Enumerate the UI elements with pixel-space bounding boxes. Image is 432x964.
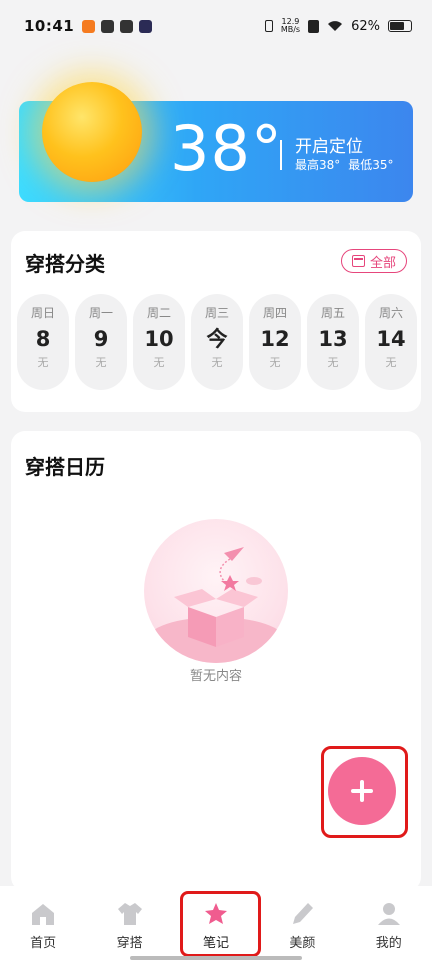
nav-item-beauty[interactable]: 美颜 xyxy=(272,900,332,964)
day-week: 周一 xyxy=(88,306,113,320)
day-week: 周三 xyxy=(204,306,229,320)
all-button-label: 全部 xyxy=(369,255,396,271)
day-status: 无 xyxy=(95,356,107,369)
status-bar: 10:41 12.9 MB/s 62% xyxy=(0,0,432,52)
week-days: 周日 8 无 周一 9 无 周二 10 无 周三 今 无 周四 12 无 周五 … xyxy=(17,294,417,390)
net-speed: 12.9 MB/s xyxy=(281,18,300,34)
day-number: 9 xyxy=(93,327,109,351)
nav-label: 首页 xyxy=(30,936,57,951)
nav-item-mine[interactable]: 我的 xyxy=(359,900,419,964)
weather-divider xyxy=(280,140,282,170)
nav-item-outfit[interactable]: 穿搭 xyxy=(100,900,160,964)
battery-percent: 62% xyxy=(351,18,380,34)
temperature-range: 最高38° 最低35° xyxy=(295,156,394,173)
mail-icon xyxy=(120,19,134,33)
day-number: 今 xyxy=(206,327,228,351)
day-status: 无 xyxy=(37,356,49,369)
day-status: 无 xyxy=(153,356,165,369)
day-week: 周四 xyxy=(262,306,287,320)
add-button[interactable] xyxy=(328,757,396,825)
play-icon xyxy=(139,19,153,33)
calendar-icon xyxy=(351,255,365,267)
day-item[interactable]: 周四 12 无 xyxy=(249,294,301,390)
day-status: 无 xyxy=(327,356,339,369)
day-item-today[interactable]: 周三 今 无 xyxy=(191,294,243,390)
day-item[interactable]: 周六 14 无 xyxy=(365,294,417,390)
nav-item-home[interactable]: 首页 xyxy=(13,900,73,964)
day-status: 无 xyxy=(385,356,397,369)
pen-icon xyxy=(293,903,314,924)
day-item[interactable]: 周二 10 无 xyxy=(133,294,185,390)
plus-icon xyxy=(351,780,373,802)
day-number: 10 xyxy=(144,327,174,351)
calendar-title: 穿搭日历 xyxy=(25,455,105,479)
status-app-icons xyxy=(82,19,153,33)
nav-label: 美颜 xyxy=(289,936,316,951)
enable-location-link[interactable]: 开启定位 xyxy=(295,132,363,157)
status-right: 12.9 MB/s 62% xyxy=(264,18,412,34)
day-number: 14 xyxy=(376,327,406,351)
day-item[interactable]: 周五 13 无 xyxy=(307,294,359,390)
category-title: 穿搭分类 xyxy=(25,252,105,276)
home-indicator xyxy=(130,956,302,960)
user-icon xyxy=(377,903,400,925)
day-number: 12 xyxy=(260,327,290,351)
day-status: 无 xyxy=(269,356,281,369)
day-week: 周二 xyxy=(146,306,171,320)
nav-label: 穿搭 xyxy=(116,936,143,951)
net-speed-unit: MB/s xyxy=(280,25,301,34)
nav-highlight-box xyxy=(180,891,261,957)
empty-box-illustration xyxy=(144,519,288,663)
home-icon xyxy=(32,904,55,925)
no-sim-icon xyxy=(308,19,320,33)
day-week: 周日 xyxy=(30,306,55,320)
day-status: 无 xyxy=(211,356,223,369)
day-number: 8 xyxy=(35,327,51,351)
app-notification-icon xyxy=(82,19,96,33)
day-item[interactable]: 周一 9 无 xyxy=(75,294,127,390)
wifi-icon xyxy=(328,21,343,31)
outfit-category-card: 穿搭分类 全部 周日 8 无 周一 9 无 周二 10 无 周三 今 无 周四 … xyxy=(11,231,421,412)
nav-label: 我的 xyxy=(375,936,402,951)
clothes-icon xyxy=(117,903,142,925)
empty-state-text: 暂无内容 xyxy=(189,669,242,684)
battery-icon xyxy=(388,20,412,32)
vibrate-icon xyxy=(264,20,273,32)
status-time: 10:41 xyxy=(24,17,75,35)
temp-high: 最高38° xyxy=(295,158,341,172)
day-item[interactable]: 周日 8 无 xyxy=(17,294,69,390)
day-week: 周六 xyxy=(378,306,403,320)
temperature: 38° xyxy=(170,112,283,185)
day-number: 13 xyxy=(318,327,348,351)
empty-box-icon xyxy=(146,547,286,663)
sun-icon xyxy=(42,82,142,182)
all-button[interactable]: 全部 xyxy=(341,249,407,273)
app-notification-icon xyxy=(101,19,115,33)
day-week: 周五 xyxy=(320,306,345,320)
temp-low: 最低35° xyxy=(348,158,394,172)
